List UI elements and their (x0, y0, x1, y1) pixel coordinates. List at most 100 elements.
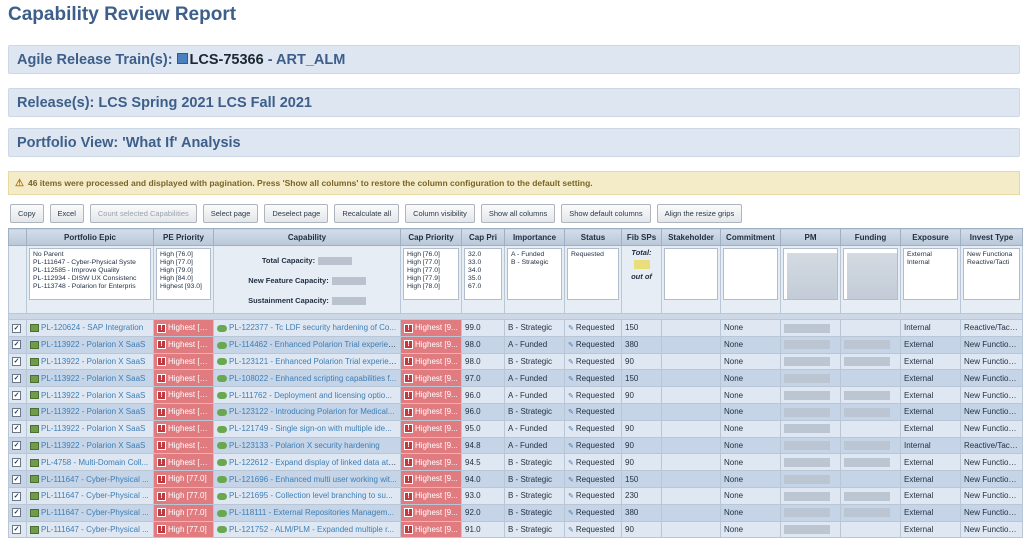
table-row[interactable]: ✓ PL-113922 - Polarion X SaaS! Highest [9.… (8, 419, 1023, 438)
excel-button[interactable]: Excel (49, 204, 84, 223)
importance-filter-item[interactable]: B - Strategic (511, 259, 558, 267)
capability-cell[interactable]: PL-121696 - Enhanced multi user working … (213, 470, 401, 488)
capability-cell[interactable]: PL-123133 - Polarion X security hardenin… (213, 436, 401, 455)
row-select-cell[interactable]: ✓ (8, 402, 27, 421)
column-header-status[interactable]: Status (564, 228, 622, 246)
checkbox-checked-icon[interactable]: ✓ (12, 340, 21, 350)
capability-cell[interactable]: PL-121749 - Single sign-on with multiple… (213, 419, 401, 438)
epic-link[interactable]: PL-111647 - Cyber-Physical ... (41, 508, 149, 517)
capability-cell[interactable]: PL-121752 - ALM/PLM - Expanded multiple … (213, 520, 401, 539)
column-header-cap-priority[interactable]: Cap Priority (400, 228, 462, 246)
capability-link[interactable]: PL-111762 - Deployment and licensing opt… (229, 391, 392, 400)
row-select-cell[interactable]: ✓ (8, 470, 27, 488)
capability-link[interactable]: PL-122612 - Expand display of linked dat… (229, 458, 397, 467)
status-filter-list[interactable]: Requested (567, 248, 619, 300)
capability-link[interactable]: PL-123133 - Polarion X security hardenin… (229, 441, 380, 450)
cap-pri-filter-item[interactable]: 35.0 (468, 275, 498, 283)
funding-filter-list[interactable] (843, 248, 898, 300)
capability-link[interactable]: PL-114462 - Enhanced Polarion Trial expe… (229, 340, 399, 349)
stakeholder-filter-list[interactable] (664, 248, 718, 300)
count-selected-button[interactable]: Count selected Capabilities (89, 204, 197, 223)
table-row[interactable]: ✓ PL-111647 - Cyber-Physical ...! High [77… (8, 520, 1023, 539)
epic-filter-item[interactable]: PL-111647 - Cyber-Physical Syste (33, 259, 147, 267)
epic-cell[interactable]: PL-111647 - Cyber-Physical ... (26, 520, 154, 539)
checkbox-checked-icon[interactable]: ✓ (12, 323, 21, 333)
epic-link[interactable]: PL-111647 - Cyber-Physical ... (41, 475, 149, 484)
capability-link[interactable]: PL-122377 - Tc LDF security hardening of… (229, 323, 396, 332)
epic-link[interactable]: PL-113922 - Polarion X SaaS (41, 374, 145, 383)
show-all-columns-button[interactable]: Show all columns (480, 204, 556, 223)
invest-filter-item[interactable]: New Functiona (967, 251, 1016, 259)
table-row[interactable]: ✓ PL-113922 - Polarion X SaaS! Highest [9.… (8, 335, 1023, 354)
epic-cell[interactable]: PL-113922 - Polarion X SaaS (26, 386, 154, 404)
checkbox-checked-icon[interactable]: ✓ (12, 508, 21, 518)
capability-link[interactable]: PL-121749 - Single sign-on with multiple… (229, 424, 392, 433)
epic-link[interactable]: PL-113922 - Polarion X SaaS (41, 357, 145, 366)
row-select-cell[interactable]: ✓ (8, 319, 27, 337)
pm-filter-list[interactable] (783, 248, 838, 300)
capability-cell[interactable]: PL-122377 - Tc LDF security hardening of… (213, 319, 401, 337)
cap-pri-filter-item[interactable]: 34.0 (468, 267, 498, 275)
capability-link[interactable]: PL-121695 - Collection level branching t… (229, 491, 393, 500)
row-select-cell[interactable]: ✓ (8, 369, 27, 388)
table-row[interactable]: ✓ PL-4758 - Multi-Domain Coll...! Highest … (8, 453, 1023, 472)
row-select-cell[interactable]: ✓ (8, 486, 27, 505)
cap-priority-filter-item[interactable]: High [76.0] (407, 251, 455, 259)
importance-filter-item[interactable]: A - Funded (511, 251, 558, 259)
art-id[interactable]: LCS-75366 (190, 52, 264, 68)
table-row[interactable]: ✓ PL-120624 - SAP Integration! Highest [9.… (8, 319, 1023, 337)
checkbox-checked-icon[interactable]: ✓ (12, 525, 21, 535)
epic-cell[interactable]: PL-120624 - SAP Integration (26, 319, 154, 337)
table-row[interactable]: ✓ PL-113922 - Polarion X SaaS! Highest [9.… (8, 352, 1023, 371)
epic-link[interactable]: PL-113922 - Polarion X SaaS (41, 407, 145, 416)
cap-priority-filter-item[interactable]: High [77.9] (407, 275, 455, 283)
column-header-pm[interactable]: PM (780, 228, 841, 246)
row-select-cell[interactable]: ✓ (8, 386, 27, 404)
pe-priority-filter-item[interactable]: High [79.0] (160, 267, 207, 275)
invest-filter-list[interactable]: New Functiona Reactive/Tacti (963, 248, 1020, 300)
capability-cell[interactable]: PL-114462 - Enhanced Polarion Trial expe… (213, 335, 401, 354)
epic-cell[interactable]: PL-111647 - Cyber-Physical ... (26, 486, 154, 505)
show-default-columns-button[interactable]: Show default columns (561, 204, 651, 223)
row-select-cell[interactable]: ✓ (8, 419, 27, 438)
capability-cell[interactable]: PL-123122 - Introducing Polarion for Med… (213, 402, 401, 421)
capability-cell[interactable]: PL-122612 - Expand display of linked dat… (213, 453, 401, 472)
column-header-stakeholder[interactable]: Stakeholder (661, 228, 721, 246)
invest-filter-item[interactable]: Reactive/Tacti (967, 259, 1016, 267)
row-select-cell[interactable]: ✓ (8, 453, 27, 472)
capability-cell[interactable]: PL-111762 - Deployment and licensing opt… (213, 386, 401, 404)
checkbox-checked-icon[interactable]: ✓ (12, 474, 21, 484)
status-filter-item[interactable]: Requested (571, 251, 615, 259)
table-row[interactable]: ✓ PL-111647 - Cyber-Physical ...! High [77… (8, 470, 1023, 488)
capability-cell[interactable]: PL-108022 - Enhanced scripting capabilit… (213, 369, 401, 388)
row-select-cell[interactable]: ✓ (8, 436, 27, 455)
cap-priority-filter-item[interactable]: High [77.0] (407, 267, 455, 275)
column-visibility-button[interactable]: Column visibility (405, 204, 475, 223)
checkbox-checked-icon[interactable]: ✓ (12, 424, 21, 434)
exposure-filter-item[interactable]: External (907, 251, 954, 259)
select-page-button[interactable]: Select page (202, 204, 259, 223)
pe-priority-filter-item[interactable]: High [84.0] (160, 275, 207, 283)
capability-cell[interactable]: PL-123121 - Enhanced Polarion Trial expe… (213, 352, 401, 371)
recalculate-all-button[interactable]: Recalculate all (334, 204, 400, 223)
capability-link[interactable]: PL-123122 - Introducing Polarion for Med… (229, 407, 394, 416)
epic-link[interactable]: PL-113922 - Polarion X SaaS (41, 441, 145, 450)
column-header-portfolio-epic[interactable]: Portfolio Epic (26, 228, 154, 246)
cap-pri-filter-list[interactable]: 32.0 33.0 34.0 35.0 67.0 (464, 248, 502, 300)
epic-cell[interactable]: PL-113922 - Polarion X SaaS (26, 419, 154, 438)
epic-cell[interactable]: PL-113922 - Polarion X SaaS (26, 335, 154, 354)
checkbox-checked-icon[interactable]: ✓ (12, 441, 21, 451)
exposure-filter-list[interactable]: External Internal (903, 248, 958, 300)
epic-cell[interactable]: PL-4758 - Multi-Domain Coll... (26, 453, 154, 472)
epic-filter-item[interactable]: PL-112934 - DISW UX Consistenc (33, 275, 147, 283)
table-row[interactable]: ✓ PL-113922 - Polarion X SaaS! Highest [9.… (8, 436, 1023, 455)
cap-pri-filter-item[interactable]: 33.0 (468, 259, 498, 267)
cap-pri-filter-item[interactable]: 67.0 (468, 283, 498, 291)
capability-link[interactable]: PL-123121 - Enhanced Polarion Trial expe… (229, 357, 400, 366)
epic-cell[interactable]: PL-111647 - Cyber-Physical ... (26, 503, 154, 522)
column-header-funding[interactable]: Funding (840, 228, 901, 246)
copy-button[interactable]: Copy (10, 204, 44, 223)
row-select-cell[interactable]: ✓ (8, 520, 27, 539)
capability-cell[interactable]: PL-118111 - External Repositories Manage… (213, 503, 401, 522)
epic-cell[interactable]: PL-113922 - Polarion X SaaS (26, 436, 154, 455)
